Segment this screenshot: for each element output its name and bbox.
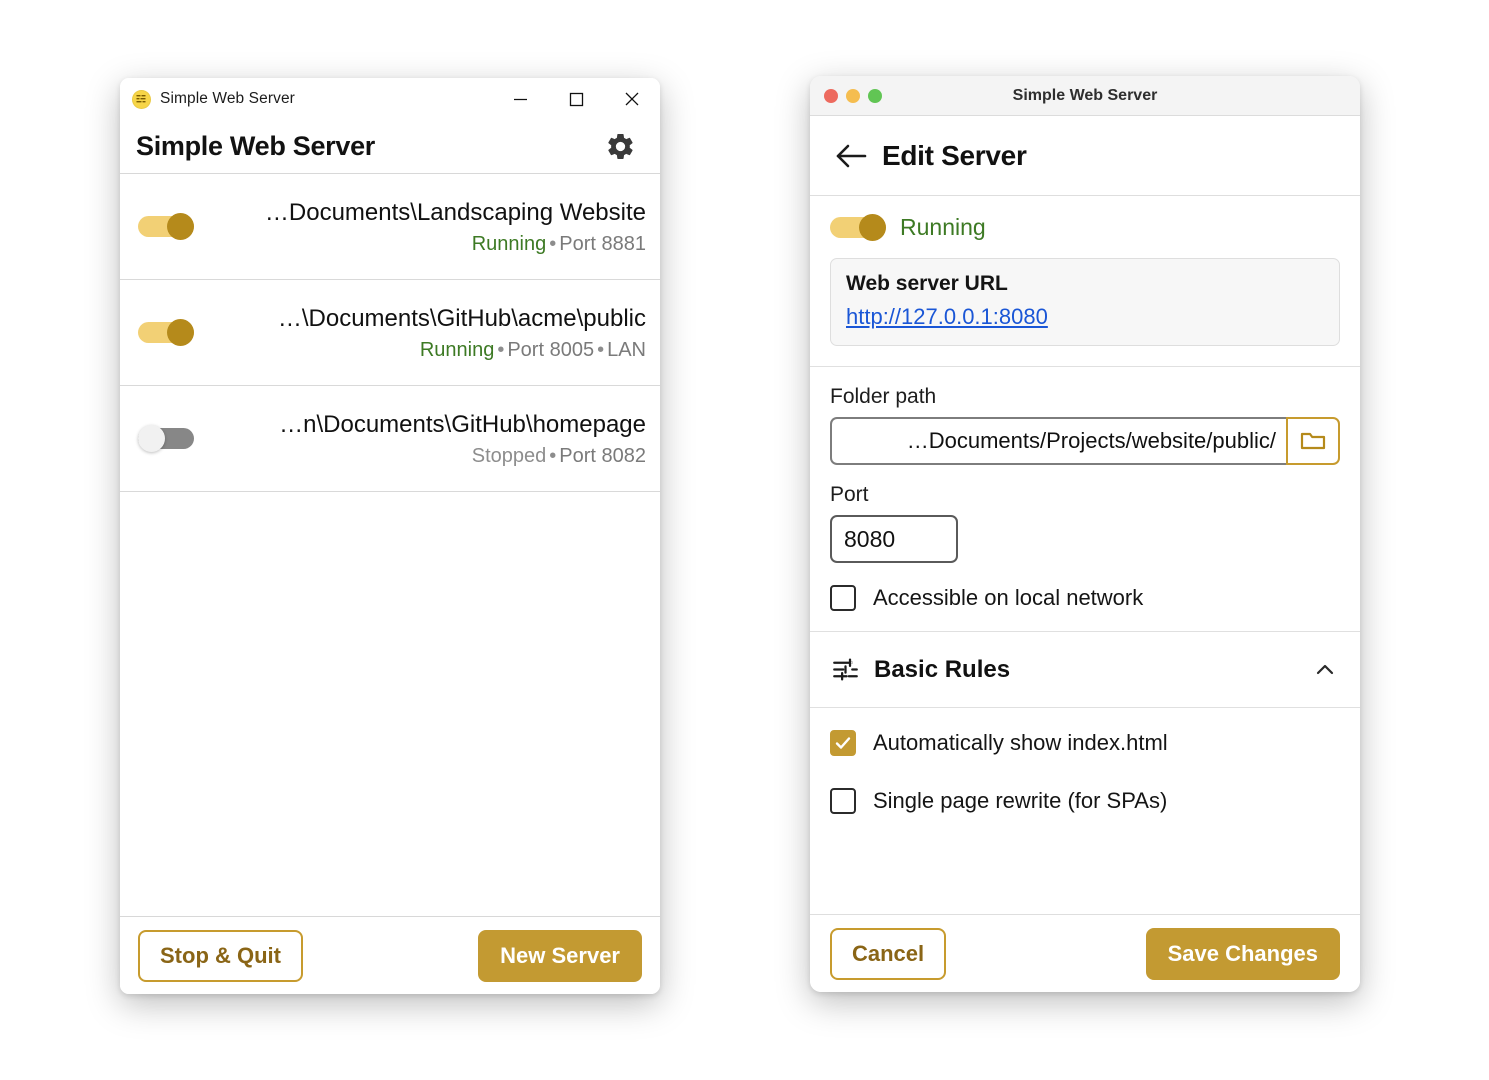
mac-titlebar[interactable]: Simple Web Server bbox=[810, 76, 1360, 116]
server-toggle[interactable] bbox=[138, 213, 194, 240]
toggle-knob bbox=[167, 213, 194, 240]
toggle-knob bbox=[859, 214, 886, 241]
server-lan: LAN bbox=[607, 339, 646, 361]
edit-server-body: Running Web server URL http://127.0.0.1:… bbox=[810, 196, 1360, 914]
checkbox-label: Automatically show index.html bbox=[873, 730, 1168, 756]
main-window: Simple Web Server Simple Web Server bbox=[120, 78, 660, 994]
accessible-on-local-network-checkbox[interactable]: Accessible on local network bbox=[830, 585, 1340, 611]
window-titlebar[interactable]: Simple Web Server bbox=[120, 78, 660, 120]
minimize-traffic-light[interactable] bbox=[846, 89, 860, 103]
folder-icon[interactable] bbox=[1286, 417, 1340, 465]
server-toggle[interactable] bbox=[138, 425, 194, 452]
page-title: Simple Web Server bbox=[136, 131, 602, 162]
checkbox-unchecked-icon bbox=[830, 788, 856, 814]
status-badge: Running bbox=[900, 214, 986, 241]
table-row[interactable]: …Documents\Landscaping Website Running•P… bbox=[120, 174, 660, 280]
folder-path-input[interactable]: …Documents/Projects/website/public/ bbox=[830, 417, 1286, 465]
cancel-button[interactable]: Cancel bbox=[830, 928, 946, 980]
server-info: …Documents\Landscaping Website Running•P… bbox=[210, 198, 646, 256]
status-section: Running Web server URL http://127.0.0.1:… bbox=[810, 196, 1360, 367]
edit-server-window: Simple Web Server Edit Server Running bbox=[810, 76, 1360, 992]
app-badge-icon bbox=[132, 90, 151, 109]
basic-rules-section-header[interactable]: Basic Rules bbox=[810, 632, 1360, 708]
auto-index-html-checkbox[interactable]: Automatically show index.html bbox=[830, 730, 1340, 756]
server-path: …n\Documents\GitHub\homepage bbox=[210, 410, 646, 440]
zoom-traffic-light[interactable] bbox=[868, 89, 882, 103]
traffic-lights bbox=[824, 89, 882, 103]
toggle-knob bbox=[138, 425, 165, 452]
edit-server-title: Edit Server bbox=[882, 140, 1027, 172]
server-port: Port 8082 bbox=[559, 445, 646, 467]
server-meta: Running•Port 8881 bbox=[210, 233, 646, 256]
gear-icon[interactable] bbox=[602, 129, 638, 165]
status-line: Running bbox=[830, 214, 1340, 241]
single-page-rewrite-checkbox[interactable]: Single page rewrite (for SPAs) bbox=[830, 788, 1340, 814]
screen: Simple Web Server Simple Web Server bbox=[0, 0, 1489, 1080]
checkbox-label: Single page rewrite (for SPAs) bbox=[873, 788, 1167, 814]
server-path: …Documents\Landscaping Website bbox=[210, 198, 646, 228]
web-server-url-link[interactable]: http://127.0.0.1:8080 bbox=[846, 304, 1048, 330]
main-window-footer: Stop & Quit New Server bbox=[120, 916, 660, 994]
meta-separator: • bbox=[549, 445, 556, 467]
toggle-knob bbox=[167, 319, 194, 346]
minimize-icon[interactable] bbox=[492, 78, 548, 120]
back-arrow-icon[interactable] bbox=[830, 135, 872, 177]
edit-server-footer: Cancel Save Changes bbox=[810, 914, 1360, 992]
checkbox-checked-icon bbox=[830, 730, 856, 756]
new-server-button[interactable]: New Server bbox=[478, 930, 642, 982]
url-card-label: Web server URL bbox=[846, 272, 1324, 296]
server-running-toggle[interactable] bbox=[830, 214, 886, 241]
app-header: Simple Web Server bbox=[120, 120, 660, 174]
meta-separator: • bbox=[597, 339, 604, 361]
server-meta: Running•Port 8005•LAN bbox=[210, 339, 646, 362]
table-row[interactable]: …n\Documents\GitHub\homepage Stopped•Por… bbox=[120, 386, 660, 492]
close-icon[interactable] bbox=[604, 78, 660, 120]
stop-and-quit-button[interactable]: Stop & Quit bbox=[138, 930, 303, 982]
server-port: Port 8881 bbox=[559, 233, 646, 255]
server-info: …\Documents\GitHub\acme\public Running•P… bbox=[210, 304, 646, 362]
folder-path-label: Folder path bbox=[830, 385, 1340, 409]
window-title-text: Simple Web Server bbox=[160, 90, 295, 108]
port-label: Port bbox=[830, 483, 1340, 507]
server-meta: Stopped•Port 8082 bbox=[210, 445, 646, 468]
mac-window-title: Simple Web Server bbox=[810, 87, 1360, 105]
close-traffic-light[interactable] bbox=[824, 89, 838, 103]
checkbox-label: Accessible on local network bbox=[873, 585, 1143, 611]
meta-separator: • bbox=[549, 233, 556, 255]
meta-separator: • bbox=[497, 339, 504, 361]
server-toggle[interactable] bbox=[138, 319, 194, 346]
checkbox-unchecked-icon bbox=[830, 585, 856, 611]
tune-icon bbox=[830, 655, 860, 685]
status-badge: Running bbox=[472, 233, 547, 255]
window-controls bbox=[492, 78, 660, 120]
table-row[interactable]: …\Documents\GitHub\acme\public Running•P… bbox=[120, 280, 660, 386]
save-changes-button[interactable]: Save Changes bbox=[1146, 928, 1340, 980]
server-list: …Documents\Landscaping Website Running•P… bbox=[120, 174, 660, 916]
status-badge: Running bbox=[420, 339, 495, 361]
chevron-up-icon[interactable] bbox=[1312, 657, 1338, 683]
server-config-section: Folder path …Documents/Projects/website/… bbox=[810, 367, 1360, 632]
status-badge: Stopped bbox=[472, 445, 547, 467]
folder-path-field: …Documents/Projects/website/public/ bbox=[830, 417, 1340, 465]
server-port: Port 8005 bbox=[507, 339, 594, 361]
web-server-url-card: Web server URL http://127.0.0.1:8080 bbox=[830, 258, 1340, 346]
edit-server-header: Edit Server bbox=[810, 116, 1360, 196]
server-info: …n\Documents\GitHub\homepage Stopped•Por… bbox=[210, 410, 646, 468]
maximize-icon[interactable] bbox=[548, 78, 604, 120]
basic-rules-body: Automatically show index.html Single pag… bbox=[810, 708, 1360, 824]
port-input[interactable]: 8080 bbox=[830, 515, 958, 563]
basic-rules-title: Basic Rules bbox=[874, 656, 1312, 684]
server-path: …\Documents\GitHub\acme\public bbox=[210, 304, 646, 334]
